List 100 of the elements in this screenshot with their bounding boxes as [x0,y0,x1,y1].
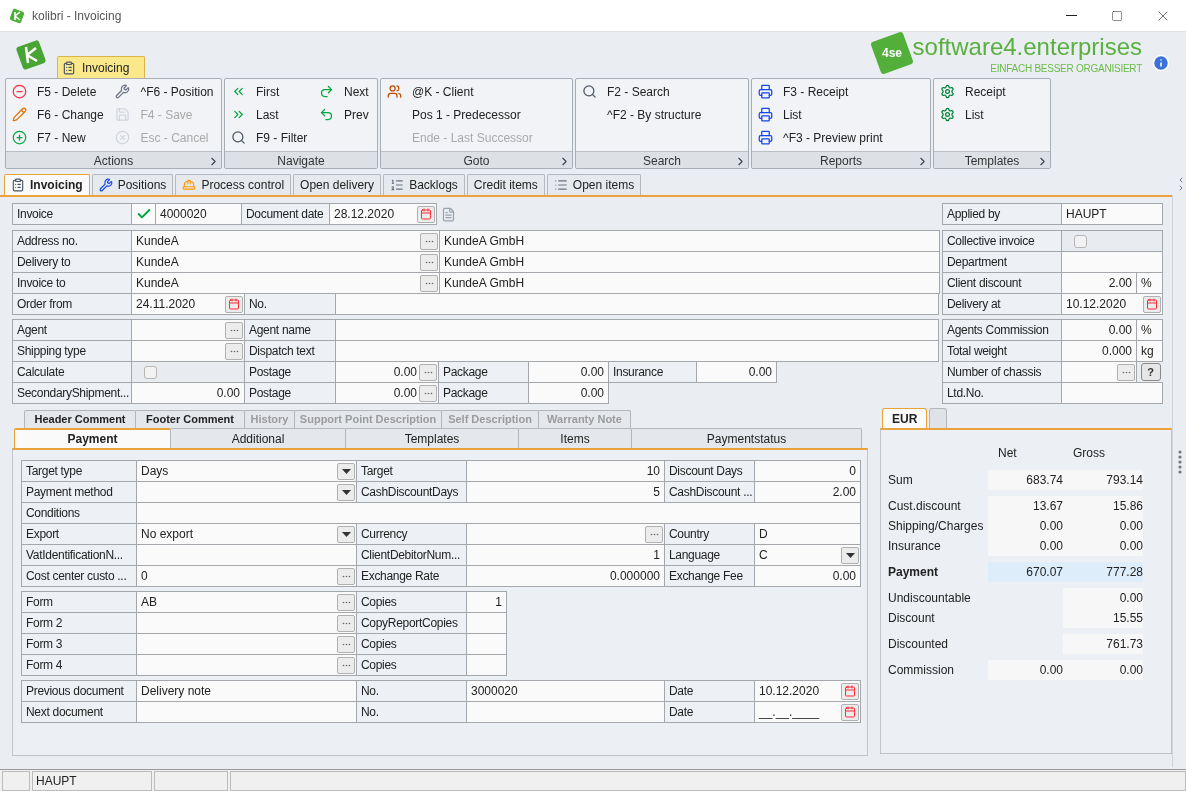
lookup-button[interactable] [337,614,355,632]
text-field[interactable]: D [754,523,861,545]
text-field[interactable]: KundeA [131,230,440,252]
text-field[interactable]: 0 [136,565,357,587]
text-field[interactable]: 2.00 [754,481,861,503]
ribbon-button[interactable]: F9 - Filter [225,126,313,149]
tab[interactable]: Additional [170,428,346,448]
text-field[interactable] [335,319,939,341]
lookup-button[interactable] [419,363,437,381]
text-field[interactable] [136,633,357,655]
calendar-button[interactable] [841,703,859,721]
text-field[interactable] [1061,382,1163,404]
ribbon-button[interactable]: @K - Client [381,80,537,103]
lookup-button[interactable] [420,232,438,250]
lookup-button[interactable] [225,321,243,339]
text-field[interactable]: KundeA [131,251,440,273]
tab[interactable]: Footer Comment [135,410,245,428]
help-button[interactable]: ? [1140,363,1161,381]
ribbon-button[interactable]: Pos 1 - Predecessor [381,103,537,126]
ribbon-button[interactable]: ^F3 - Preview print [752,126,887,149]
dropdown-button[interactable] [337,483,355,501]
text-field[interactable] [136,544,357,566]
text-field[interactable] [131,319,245,341]
calendar-button[interactable] [417,205,435,223]
dropdown-button[interactable] [841,546,859,564]
lookup-button[interactable] [1117,363,1135,381]
text-field[interactable]: KundeA GmbH [439,230,940,252]
text-field[interactable] [466,633,507,655]
tab[interactable]: Open delivery [293,174,382,195]
text-field[interactable]: 0.00 [528,361,609,383]
ribbon-button[interactable]: F2 - Search [576,80,706,103]
text-field[interactable]: 2.00 [1061,272,1137,294]
ribbon-button[interactable]: Prev [313,103,377,126]
text-field[interactable] [131,340,245,362]
text-field[interactable]: 10.12.2020 [754,680,861,702]
tab[interactable]: Open items [546,174,642,195]
text-field[interactable]: KundeA [131,272,440,294]
calendar-button[interactable] [225,295,243,313]
text-field[interactable]: 10 [466,460,665,482]
text-field[interactable]: 1 [466,544,665,566]
lookup-button[interactable] [420,274,438,292]
lookup-button[interactable] [337,656,355,674]
lookup-button[interactable] [225,342,243,360]
ribbon-button[interactable]: First [225,80,313,103]
ribbon-button[interactable]: ^F2 - By structure [576,103,706,126]
tab[interactable]: Positions [91,174,174,195]
tab[interactable]: Payment [14,428,171,448]
tab[interactable]: Process control [175,174,292,195]
lookup-button[interactable] [337,635,355,653]
text-field[interactable] [136,654,357,676]
text-field[interactable]: 5 [466,481,665,503]
ribbon-button[interactable]: F6 - Change [6,103,110,126]
text-field[interactable]: 28.12.2020 [329,203,437,225]
text-field[interactable]: AB [136,591,357,613]
text-field[interactable]: 0.00 [696,361,777,383]
ribbon-button[interactable]: Receipt [934,80,1010,103]
tab[interactable]: Items [518,428,632,448]
lookup-button[interactable] [419,384,437,402]
text-field[interactable]: 10.12.2020 [1061,293,1163,315]
tab[interactable] [929,408,948,428]
text-field[interactable]: __.__.____ [754,701,861,723]
text-field[interactable] [335,293,939,315]
lookup-button[interactable] [645,525,663,543]
text-field[interactable] [466,612,507,634]
ribbon-button[interactable]: F5 - Delete [6,80,110,103]
text-field[interactable] [466,654,507,676]
ribbon-button[interactable]: F7 - New [6,126,110,149]
tab[interactable]: EUR [882,408,928,428]
text-field[interactable] [335,340,939,362]
text-field[interactable]: 4000020 [155,203,242,225]
text-field[interactable]: 0.00 [131,382,245,404]
text-field[interactable] [136,701,357,723]
text-field[interactable]: 0 [754,460,861,482]
text-field[interactable]: Days [136,460,357,482]
ribbon-button[interactable]: F3 - Receipt [752,80,887,103]
tab[interactable]: Backlogs [383,174,465,195]
scroll-left-icon[interactable] [1177,175,1185,184]
text-field[interactable]: HAUPT [1061,203,1163,225]
text-field[interactable]: 1 [466,591,507,613]
lookup-button[interactable] [420,253,438,271]
document-edit-icon[interactable] [440,206,456,222]
dropdown-button[interactable] [337,525,355,543]
text-field[interactable]: KundeA GmbH [439,251,940,273]
text-field[interactable]: 24.11.2020 [131,293,245,315]
ribbon-tab[interactable]: Invoicing [57,56,145,78]
text-field[interactable]: 0.00 [335,382,439,404]
tab[interactable]: Templates [345,428,519,448]
calendar-button[interactable] [841,682,859,700]
ribbon-button[interactable]: List [752,103,887,126]
lookup-button[interactable] [337,593,355,611]
text-field[interactable]: KundeA GmbH [439,272,940,294]
ribbon-button[interactable]: Last [225,103,313,126]
text-field[interactable] [136,481,357,503]
text-field[interactable] [466,523,665,545]
lookup-button[interactable] [337,567,355,585]
tab[interactable]: Header Comment [24,410,136,428]
text-field[interactable]: No export [136,523,357,545]
text-field[interactable] [466,701,665,723]
text-field[interactable]: 0.00 [1061,319,1137,341]
text-field[interactable]: 0.00 [528,382,609,404]
